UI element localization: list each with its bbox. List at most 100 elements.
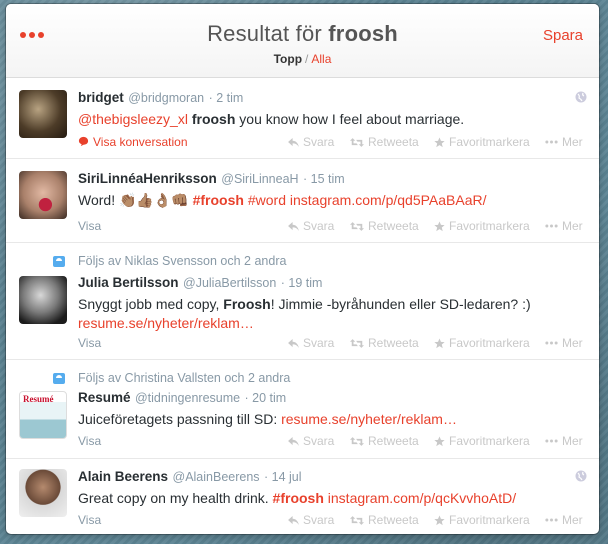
text-segment: Snyggt jobb med copy, [78, 296, 220, 312]
url-link[interactable]: instagram.com/p/qcKvvhoAtD/ [328, 490, 516, 506]
person-card-icon [53, 373, 65, 384]
more-label: Mer [562, 135, 583, 149]
tweet-time[interactable]: · 19 tim [281, 276, 323, 290]
author-handle[interactable]: @JuliaBertilsson [183, 276, 276, 290]
view-conversation-link[interactable]: Visa konversation [78, 135, 188, 149]
text-segment: you know how I feel about marriage. [239, 111, 465, 127]
view-link[interactable]: Visa [78, 434, 101, 448]
author-name[interactable]: Resumé [78, 390, 131, 405]
avatar[interactable] [19, 469, 67, 517]
tweet-item[interactable]: Följs av Niklas Svensson och 2 andra Jul… [6, 243, 599, 360]
retweet-icon [350, 338, 364, 348]
author-name[interactable]: Julia Bertilsson [78, 275, 179, 290]
author-handle[interactable]: @bridgmoran [128, 91, 204, 105]
tweet-time[interactable]: · 14 jul [264, 470, 302, 484]
favorite-icon [434, 136, 445, 148]
social-context[interactable]: Följs av Christina Vallsten och 2 andra [78, 371, 290, 385]
favorite-icon [434, 337, 445, 349]
reply-icon [288, 436, 299, 446]
tweet-item[interactable]: SiriLinnéaHenriksson @SiriLinneaH · 15 t… [6, 159, 599, 243]
favorite-button[interactable]: Favoritmarkera [434, 135, 530, 149]
tab-separator: / [305, 52, 309, 66]
more-button[interactable]: Mer [545, 434, 583, 448]
favorite-label: Favoritmarkera [449, 336, 530, 350]
reply-button[interactable]: Svara [288, 219, 334, 233]
reply-label: Svara [303, 336, 335, 350]
tweet-actions: Visa Svara Retweeta Favoritmarkera Mer [78, 336, 587, 352]
author-name[interactable]: Alain Beerens [78, 469, 168, 484]
url-link[interactable]: resume.se/nyheter/reklam… [78, 315, 254, 331]
reply-label: Svara [303, 219, 335, 233]
url-link[interactable]: instagram.com/p/qd5PAaBAaR/ [290, 192, 487, 208]
avatar[interactable] [19, 90, 67, 138]
tweet-item[interactable]: bridget @bridgmoran · 2 tim @thebigsleez… [6, 78, 599, 159]
avatar[interactable] [19, 171, 67, 219]
author-handle[interactable]: @SiriLinneaH [221, 172, 298, 186]
reply-label: Svara [303, 434, 335, 448]
favorite-button[interactable]: Favoritmarkera [434, 434, 530, 448]
retweet-icon [350, 436, 364, 446]
speech-bubble-icon [78, 136, 89, 147]
search-query: froosh [328, 21, 398, 46]
url-link[interactable]: resume.se/nyheter/reklam… [281, 411, 457, 427]
tab-top[interactable]: Topp [274, 52, 302, 66]
avatar[interactable] [19, 276, 67, 324]
save-search-button[interactable]: Spara [543, 27, 583, 44]
query-match: Froosh [223, 296, 271, 312]
retweet-button[interactable]: Retweeta [350, 513, 419, 527]
tweet-time[interactable]: · 2 tim [209, 91, 244, 105]
mention-link[interactable]: @thebigsleezy_xl [78, 111, 188, 127]
favorite-icon [434, 435, 445, 447]
retweet-button[interactable]: Retweeta [350, 135, 419, 149]
favorite-button[interactable]: Favoritmarkera [434, 336, 530, 350]
author-handle[interactable]: @AlainBeerens [173, 470, 260, 484]
social-context[interactable]: Följs av Niklas Svensson och 2 andra [78, 254, 286, 268]
retweet-icon [350, 221, 364, 231]
tweet-time[interactable]: · 15 tim [303, 172, 345, 186]
retweet-button[interactable]: Retweeta [350, 434, 419, 448]
favorite-icon [434, 220, 445, 232]
retweet-button[interactable]: Retweeta [350, 219, 419, 233]
query-match: froosh [191, 111, 236, 127]
retweet-label: Retweeta [368, 513, 419, 527]
text-segment: Great copy on my health drink. [78, 490, 269, 506]
more-button[interactable]: Mer [545, 135, 583, 149]
avatar-logo-text: Resumé [23, 394, 54, 404]
retweet-icon [350, 515, 364, 525]
author-handle[interactable]: @tidningenresume [135, 391, 240, 405]
view-link[interactable]: Visa [78, 336, 101, 350]
hashtag-link[interactable]: #word [248, 192, 286, 208]
retweet-icon [350, 137, 364, 147]
hashtag-link[interactable]: #froosh [193, 192, 244, 208]
tweet-text: @thebigsleezy_xl froosh you know how I f… [78, 110, 587, 129]
avatar[interactable]: Resumé [19, 391, 67, 439]
reply-button[interactable]: Svara [288, 336, 334, 350]
tweet-time[interactable]: · 20 tim [245, 391, 287, 405]
text-segment: ! Jimmie -byråhunden eller SD-ledaren? :… [270, 296, 531, 312]
tab-all[interactable]: Alla [311, 52, 331, 66]
more-button[interactable]: Mer [545, 336, 583, 350]
more-icon [545, 224, 558, 228]
reply-button[interactable]: Svara [288, 513, 334, 527]
hashtag-link[interactable]: #froosh [273, 490, 324, 506]
more-icon [545, 140, 558, 144]
more-button[interactable]: Mer [545, 513, 583, 527]
author-name[interactable]: SiriLinnéaHenriksson [78, 171, 217, 186]
more-label: Mer [562, 219, 583, 233]
tweet-item[interactable]: Alain Beerens @AlainBeerens · 14 jul Gre… [6, 459, 599, 534]
retweet-label: Retweeta [368, 135, 419, 149]
reply-button[interactable]: Svara [288, 135, 334, 149]
reply-button[interactable]: Svara [288, 434, 334, 448]
more-button[interactable]: Mer [545, 219, 583, 233]
favorite-button[interactable]: Favoritmarkera [434, 219, 530, 233]
text-segment: Word! [78, 192, 116, 208]
retweet-button[interactable]: Retweeta [350, 336, 419, 350]
view-link[interactable]: Visa [78, 219, 101, 233]
view-link[interactable]: Visa [78, 513, 101, 527]
favorite-button[interactable]: Favoritmarkera [434, 513, 530, 527]
author-name[interactable]: bridget [78, 90, 124, 105]
more-label: Mer [562, 434, 583, 448]
more-label: Mer [562, 336, 583, 350]
more-label: Mer [562, 513, 583, 527]
tweet-item[interactable]: Följs av Christina Vallsten och 2 andra … [6, 360, 599, 459]
